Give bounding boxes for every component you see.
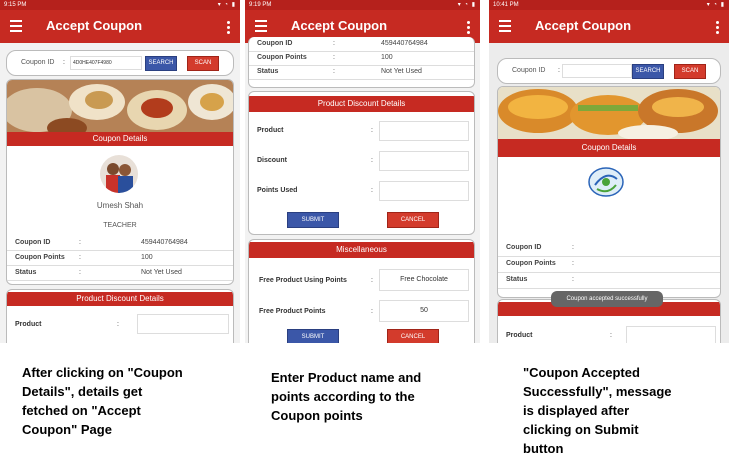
product-input[interactable]: [379, 121, 469, 141]
free-product-using-points-label: Free Product Using Points: [259, 277, 347, 284]
food-image: [7, 80, 233, 132]
detail-row-coupon-id: Coupon ID: 459440764984: [7, 235, 233, 251]
overflow-menu-icon[interactable]: [227, 21, 230, 36]
content-area: Coupon ID: 459440764984 Coupon Points: 1…: [245, 37, 480, 343]
submit-button[interactable]: SUBMIT: [287, 212, 339, 228]
content-area: Coupon ID : 4D0HE407F4980 SEARCH SCAN Co…: [0, 43, 240, 343]
caption-step-1: After clicking on "Coupon Details", deta…: [22, 365, 183, 437]
detail-row-status: Status:: [498, 272, 720, 289]
product-label: Product: [506, 332, 533, 339]
product-label: Product: [257, 127, 284, 134]
product-discount-header: Product Discount Details: [249, 96, 474, 112]
food-image: [498, 87, 720, 139]
detail-row-status: Status: Not Yet Used: [7, 265, 233, 281]
hamburger-menu-icon[interactable]: [255, 20, 267, 35]
detail-row-status: Status: Not Yet Used: [249, 65, 474, 80]
product-input[interactable]: [137, 314, 229, 334]
app-title: Accept Coupon: [46, 18, 143, 33]
search-button[interactable]: SEARCH: [145, 56, 177, 71]
status-bar: 9:19 PM ▾ ◔ ▮: [245, 0, 480, 10]
hamburger-menu-icon[interactable]: [10, 20, 22, 35]
points-used-input[interactable]: [379, 181, 469, 201]
app-bar: Accept Coupon: [0, 10, 240, 43]
status-time: 10:41 PM: [493, 2, 519, 8]
coupon-details-header: Coupon Details: [7, 132, 233, 146]
coupon-details-card: Coupon Details Coupon ID: Coupon Points:…: [497, 86, 721, 298]
cancel-button-misc[interactable]: CANCEL: [387, 329, 439, 343]
discount-input[interactable]: [379, 151, 469, 171]
product-discount-card: Product Discount Details Product :: [6, 289, 234, 343]
submit-button-misc[interactable]: SUBMIT: [287, 329, 339, 343]
user-role: TEACHER: [103, 222, 137, 229]
coupon-summary-card: Coupon ID: 459440764984 Coupon Points: 1…: [248, 37, 475, 88]
detail-row-coupon-id: Coupon ID:: [498, 240, 720, 257]
user-avatar: [100, 155, 138, 193]
search-card: Coupon ID : 4D0HE407F4980 SEARCH SCAN: [6, 50, 234, 76]
detail-row-coupon-points: Coupon Points: 100: [7, 250, 233, 266]
status-icons: ▾ ◔ ▮: [706, 2, 725, 8]
scan-button[interactable]: SCAN: [187, 56, 219, 71]
detail-row-coupon-id: Coupon ID: 459440764984: [249, 37, 474, 52]
coupon-logo-icon: [586, 165, 626, 199]
miscellaneous-card: Miscellaneous Free Product Using Points …: [248, 239, 475, 343]
coupon-details-header: Coupon Details: [498, 139, 720, 157]
app-bar: Accept Coupon: [489, 10, 729, 43]
status-time: 9:19 PM: [249, 2, 272, 8]
app-title: Accept Coupon: [291, 18, 388, 33]
hamburger-menu-icon[interactable]: [499, 20, 511, 35]
screen-accepted: 10:41 PM ▾ ◔ ▮ Accept Coupon Coupon ID :…: [489, 0, 729, 343]
overflow-menu-icon[interactable]: [467, 21, 470, 36]
caption-step-2: Enter Product name and points according …: [271, 370, 422, 423]
free-product-points-label: Free Product Points: [259, 308, 326, 315]
product-label: Product: [15, 321, 42, 328]
scan-button[interactable]: SCAN: [674, 64, 706, 79]
detail-row-coupon-points: Coupon Points:: [498, 256, 720, 273]
status-time: 9:15 PM: [4, 2, 27, 8]
user-name: Umesh Shah: [96, 201, 144, 210]
points-used-label: Points Used: [257, 187, 298, 194]
overflow-menu-icon[interactable]: [716, 21, 719, 36]
app-title: Accept Coupon: [535, 18, 632, 33]
screen-fetched-details: 9:15 PM ▾ ◔ ▮ Accept Coupon Coupon ID : …: [0, 0, 240, 343]
detail-row-coupon-points: Coupon Points: 100: [249, 51, 474, 66]
free-product-points-input[interactable]: 50: [379, 300, 469, 322]
discount-label: Discount: [257, 157, 287, 164]
status-bar: 9:15 PM ▾ ◔ ▮: [0, 0, 240, 10]
status-icons: ▾ ◔ ▮: [217, 2, 236, 8]
content-area: Coupon ID : SEARCH SCAN Coupon Details C…: [489, 43, 729, 343]
screen-enter-product: 9:19 PM ▾ ◔ ▮ Accept Coupon Coupon ID: 4…: [245, 0, 480, 343]
coupon-id-input[interactable]: [562, 64, 632, 78]
caption-step-3: "Coupon Accepted Successfully", message …: [523, 365, 672, 456]
status-icons: ▾ ◔ ▮: [457, 2, 476, 8]
search-card: Coupon ID : SEARCH SCAN: [497, 58, 721, 84]
search-button[interactable]: SEARCH: [632, 64, 664, 79]
miscellaneous-header: Miscellaneous: [249, 242, 474, 258]
product-discount-card: Product Discount Details Product : Disco…: [248, 91, 475, 235]
product-discount-header: Product Discount Details: [7, 292, 233, 306]
cancel-button[interactable]: CANCEL: [387, 212, 439, 228]
free-product-input[interactable]: Free Chocolate: [379, 269, 469, 291]
coupon-id-label: Coupon ID: [21, 59, 55, 66]
coupon-id-label: Coupon ID: [512, 67, 546, 74]
status-bar: 10:41 PM ▾ ◔ ▮: [489, 0, 729, 10]
coupon-id-input[interactable]: 4D0HE407F4980: [70, 56, 142, 70]
product-input[interactable]: [626, 326, 716, 343]
coupon-details-card: Coupon Details Umesh Shah TEACHER Coupon…: [6, 79, 234, 285]
success-toast: Coupon accepted successfully: [551, 291, 663, 307]
